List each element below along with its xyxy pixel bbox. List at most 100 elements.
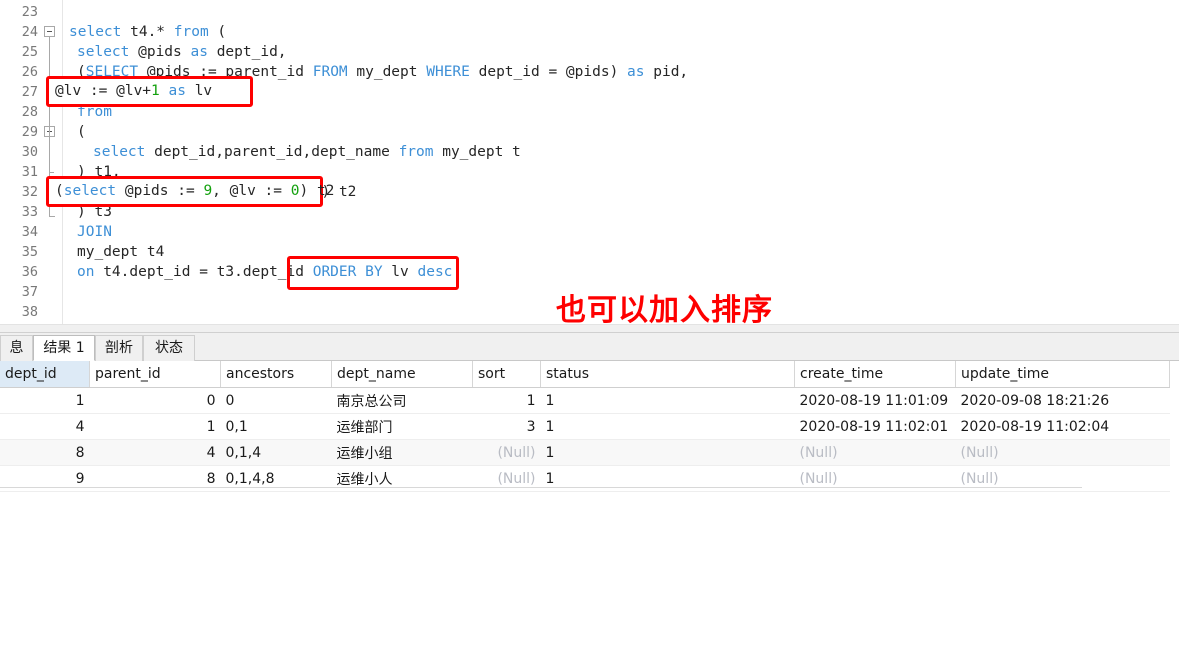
boxed-line-32[interactable]: (select @pids := 9, @lv := 0) t2 [49, 179, 334, 204]
code-line[interactable]: my_dept t4 [63, 242, 164, 262]
cell-create_time[interactable]: 2020-08-19 11:02:01 [794, 413, 956, 440]
code-token: my_dept t4 [77, 244, 165, 260]
cell-parent_id[interactable]: 0 [89, 387, 221, 414]
cell-ancestors[interactable]: 0,1 [220, 413, 332, 440]
line-number: 38 [21, 304, 38, 320]
line-number: 35 [21, 244, 38, 260]
code-token: my_dept [347, 64, 427, 80]
code-line[interactable]: JOIN [63, 222, 112, 242]
code-token: my_dept t [433, 144, 521, 160]
line-number: 29 [21, 124, 38, 140]
table-header-row: dept_id parent_id ancestors dept_name sort st… [0, 361, 1170, 388]
code-line[interactable]: select t4.* from ( [63, 22, 226, 42]
cell-parent_id[interactable]: 4 [89, 439, 221, 466]
code-token: lv [185, 83, 213, 99]
result-tab-0[interactable]: 息 [0, 335, 33, 361]
code-token: as [627, 64, 645, 80]
cell-ancestors[interactable]: 0,1,4 [220, 439, 332, 466]
code-token: as [168, 83, 186, 99]
column-header-sort[interactable]: sort [472, 361, 541, 388]
line-number: 34 [21, 224, 38, 240]
code-token: pid, [644, 64, 689, 80]
order-by-highlight [287, 256, 459, 290]
cell-create_time[interactable]: (Null) [794, 439, 956, 466]
code-line[interactable] [63, 282, 69, 302]
table-row[interactable]: 4 1 0,1 运维部门 3 1 2020-08-19 11:02:01 2020-08-19… [0, 413, 1170, 440]
code-token: on [77, 264, 95, 280]
line-number: 24 [21, 24, 38, 40]
fold-guide-inner [49, 137, 50, 173]
code-token: select [93, 144, 146, 160]
cell-status[interactable]: 1 [540, 439, 795, 466]
cell-parent_id[interactable]: 1 [89, 413, 221, 440]
cell-update_time[interactable]: 2020-09-08 18:21:26 [955, 387, 1170, 414]
cell-status[interactable]: 1 [540, 387, 795, 414]
cell-create_time[interactable]: 2020-08-19 11:01:09 [794, 387, 956, 414]
line-number: 26 [21, 64, 38, 80]
code-token: dept_id,parent_id,dept_name [145, 144, 399, 160]
null-value: (Null) [497, 444, 536, 461]
code-token: t4.dept_id = t3.dept_id [94, 264, 313, 280]
code-token: @lv := @lv+ [55, 83, 152, 99]
column-header-dept_name[interactable]: dept_name [331, 361, 473, 388]
line-number: 28 [21, 104, 38, 120]
column-header-parent_id[interactable]: parent_id [89, 361, 221, 388]
result-tab-label: 剖析 [105, 340, 133, 356]
code-token: 9 [203, 183, 213, 199]
code-token: from [398, 144, 434, 160]
cell-dept_id[interactable]: 4 [0, 413, 90, 440]
result-table[interactable]: dept_id parent_id ancestors dept_name sort st… [0, 361, 1170, 492]
result-tab-2[interactable]: 剖析 [95, 335, 143, 361]
cell-dept_id[interactable]: 1 [0, 387, 90, 414]
code-token: ( [55, 183, 64, 199]
cell-ancestors[interactable]: 0 [220, 387, 332, 414]
code-token: t4.* [121, 24, 174, 40]
cell-dept_name[interactable]: 运维部门 [331, 413, 473, 440]
cell-sort[interactable]: (Null) [472, 439, 541, 466]
code-line[interactable]: select dept_id,parent_id,dept_name from … [63, 142, 521, 162]
column-header-ancestors[interactable]: ancestors [220, 361, 332, 388]
cell-update_time[interactable]: 2020-08-19 11:02:04 [955, 413, 1170, 440]
sql-code-editor[interactable]: 23 24 25 26 27 28 29 30 31 32 33 34 35 36 37 38 select … [0, 0, 1179, 330]
result-tab-label: 息 [9, 340, 24, 356]
result-tab-1[interactable]: 结果 1 [33, 335, 95, 361]
code-line[interactable]: ( [63, 122, 86, 142]
fold-collapse-icon[interactable] [44, 26, 55, 37]
result-grid-container[interactable]: dept_id parent_id ancestors dept_name sort st… [0, 361, 1179, 662]
column-header-create_time[interactable]: create_time [794, 361, 956, 388]
result-tab-strip: 息 结果 1 剖析 状态 [0, 333, 1179, 361]
code-token: , @lv := [212, 183, 291, 199]
table-row[interactable]: 8 4 0,1,4 运维小组 (Null) 1 (Null) (Null) [0, 439, 1170, 466]
code-line[interactable] [63, 302, 69, 322]
column-header-update_time[interactable]: update_time [955, 361, 1170, 388]
pane-splitter[interactable] [0, 324, 1179, 333]
code-token: WHERE [426, 64, 470, 80]
code-line[interactable]: select @pids as dept_id, [63, 42, 287, 62]
cell-dept_id[interactable]: 8 [0, 439, 90, 466]
line-number: 23 [21, 4, 38, 20]
cell-update_time[interactable]: (Null) [955, 439, 1170, 466]
cell-sort[interactable]: 1 [472, 387, 541, 414]
code-token: FROM [312, 64, 348, 80]
table-row[interactable]: 1 0 0 南京总公司 1 1 2020-08-19 11:01:09 2020-09-08 … [0, 387, 1170, 414]
result-tab-3[interactable]: 状态 [143, 335, 195, 361]
code-token: @pids [129, 44, 191, 60]
code-line[interactable] [63, 2, 69, 22]
result-table-body[interactable]: 1 0 0 南京总公司 1 1 2020-08-19 11:01:09 2020-09-08 … [0, 387, 1170, 492]
null-value: (Null) [497, 470, 536, 487]
column-header-dept_id[interactable]: dept_id [0, 361, 90, 388]
code-token: ( [77, 124, 86, 140]
column-header-status[interactable]: status [540, 361, 795, 388]
null-value: (Null) [960, 444, 999, 461]
line-number: 32 [21, 184, 38, 200]
cell-status[interactable]: 1 [540, 413, 795, 440]
result-tab-label: 结果 1 [43, 340, 85, 356]
boxed-line-27[interactable]: @lv := @lv+1 as lv [49, 79, 256, 104]
cell-sort[interactable]: 3 [472, 413, 541, 440]
cell-dept_name[interactable]: 运维小组 [331, 439, 473, 466]
cell-dept_name[interactable]: 南京总公司 [331, 387, 473, 414]
table-bottom-border [0, 487, 1082, 488]
result-table-head: dept_id parent_id ancestors dept_name sort st… [0, 361, 1170, 388]
code-token: @pids := [116, 183, 204, 199]
